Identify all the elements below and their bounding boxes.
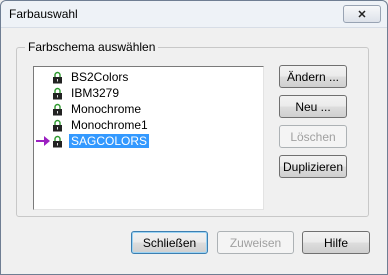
list-item-selected[interactable]: SAGCOLORS — [34, 133, 263, 149]
list-item[interactable]: Monochrome1 — [34, 117, 263, 133]
list-item-marker — [34, 69, 52, 85]
title-bar: Farbauswahl ✕ — [1, 1, 387, 28]
list-item-label: BS2Colors — [71, 70, 129, 84]
list-item[interactable]: IBM3279 — [34, 85, 263, 101]
lock-icon — [53, 135, 62, 147]
color-scheme-list[interactable]: BS2Colors IBM3279 Monochrome Monochrome1 — [33, 66, 264, 210]
window-title: Farbauswahl — [9, 7, 78, 21]
lock-icon — [53, 119, 62, 131]
delete-button[interactable]: Löschen — [279, 125, 347, 148]
new-button[interactable]: Neu ... — [279, 95, 347, 118]
list-item[interactable]: Monochrome — [34, 101, 263, 117]
lock-icon — [53, 87, 62, 99]
list-item-marker — [34, 101, 52, 117]
list-item-marker — [34, 133, 52, 149]
list-item-marker — [34, 85, 52, 101]
help-button[interactable]: Hilfe — [302, 231, 370, 254]
groupbox-title: Farbschema auswählen — [25, 40, 159, 54]
new-button-label: Neu ... — [295, 99, 331, 114]
lock-icon — [53, 103, 62, 115]
close-dialog-button-label: Schließen — [142, 235, 197, 250]
close-dialog-button[interactable]: Schließen — [131, 231, 208, 254]
duplicate-button-label: Duplizieren — [282, 159, 344, 174]
delete-button-label: Löschen — [290, 129, 336, 144]
change-button[interactable]: Ändern ... — [279, 65, 347, 88]
change-button-label: Ändern ... — [286, 69, 340, 84]
assign-button[interactable]: Zuweisen — [217, 231, 294, 254]
list-item-marker — [34, 117, 52, 133]
arrow-right-icon — [36, 136, 50, 146]
duplicate-button[interactable]: Duplizieren — [279, 155, 347, 178]
help-button-label: Hilfe — [323, 235, 348, 250]
list-item-label: IBM3279 — [71, 86, 120, 100]
close-button[interactable]: ✕ — [343, 5, 381, 23]
list-item-label: Monochrome — [71, 102, 142, 116]
lock-icon — [53, 71, 62, 83]
list-item-label: SAGCOLORS — [69, 134, 150, 148]
list-item-label: Monochrome1 — [71, 118, 148, 132]
close-icon: ✕ — [357, 8, 367, 21]
list-item[interactable]: BS2Colors — [34, 69, 263, 85]
assign-button-label: Zuweisen — [229, 235, 282, 250]
